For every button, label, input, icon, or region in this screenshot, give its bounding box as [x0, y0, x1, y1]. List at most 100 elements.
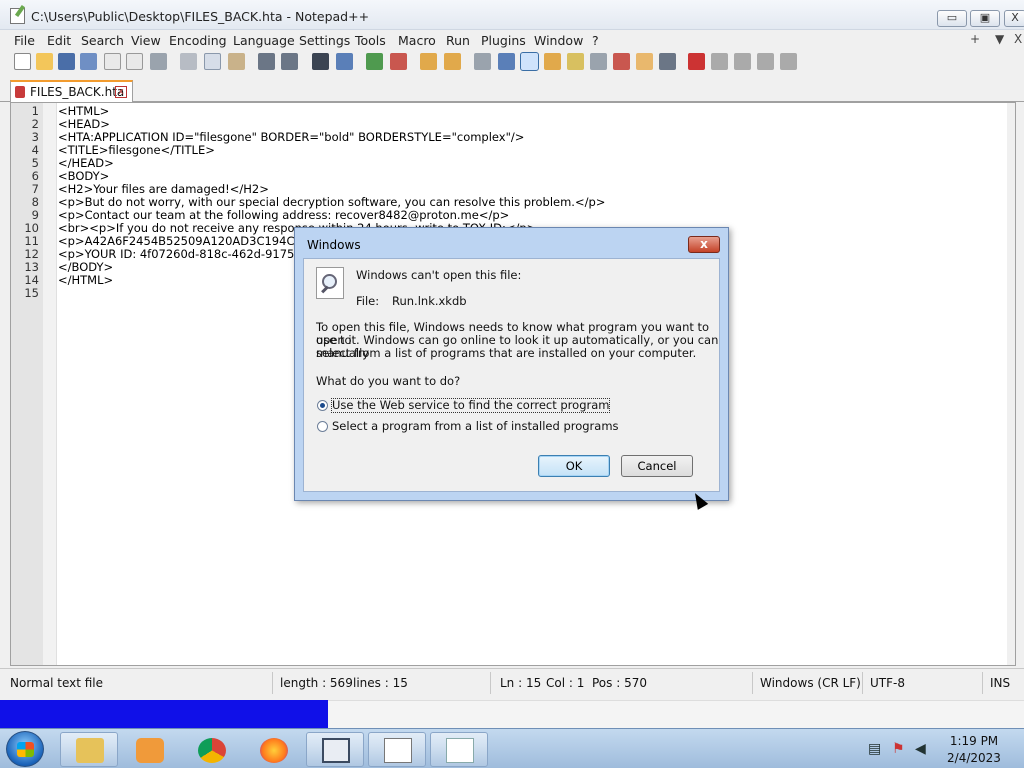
close-tab-x-icon[interactable]: X	[1014, 32, 1022, 46]
ok-button[interactable]: OK	[538, 455, 610, 477]
volume-icon[interactable]: ◀	[915, 741, 926, 757]
word-wrap-icon[interactable]	[474, 53, 491, 70]
file-name: Run.lnk.xkdb	[392, 294, 467, 308]
show-all-characters-icon[interactable]	[498, 53, 515, 70]
sync-horizontal-icon[interactable]	[444, 53, 461, 70]
taskbar-media-player[interactable]	[120, 732, 178, 767]
redo-icon[interactable]	[281, 53, 298, 70]
record-macro-icon[interactable]	[688, 53, 705, 70]
menu-encoding[interactable]: Encoding	[169, 33, 227, 48]
cancel-button[interactable]: Cancel	[621, 455, 693, 477]
minimize-button[interactable]: ▭	[937, 10, 967, 27]
open-file-icon[interactable]	[36, 53, 53, 70]
new-tab-plus-icon[interactable]: +	[970, 32, 980, 46]
new-file-icon[interactable]	[14, 53, 31, 70]
stop-recording-icon[interactable]	[711, 53, 728, 70]
cut-icon[interactable]	[180, 53, 197, 70]
action-center-flag-icon[interactable]: ⚑	[892, 741, 905, 757]
folder-icon[interactable]	[636, 53, 653, 70]
status-eol: Windows (CR LF)	[760, 676, 861, 690]
radio-web-service-label[interactable]: Use the Web service to find the correct …	[330, 398, 611, 413]
dialog-close-button[interactable]: x	[688, 236, 720, 253]
status-divider	[862, 672, 863, 694]
menu-edit[interactable]: Edit	[47, 33, 71, 48]
tab-list-down-icon[interactable]: ▼	[995, 32, 1004, 46]
playback-macro-icon[interactable]	[734, 53, 751, 70]
taskbar-window-app[interactable]	[306, 732, 364, 767]
replace-icon[interactable]	[336, 53, 353, 70]
menu-language[interactable]: Language	[233, 33, 295, 48]
save-all-icon[interactable]	[80, 53, 97, 70]
status-col: Col : 1	[546, 676, 585, 690]
notepadpp-app-icon	[10, 8, 25, 24]
zoom-in-icon[interactable]	[366, 53, 383, 70]
start-button[interactable]	[6, 731, 44, 767]
status-encoding: UTF-8	[870, 676, 905, 690]
menu-search[interactable]: Search	[81, 33, 124, 48]
network-icon[interactable]: ▤	[868, 741, 881, 757]
dialog-title: Windows	[307, 238, 361, 252]
dialog-heading: Windows can't open this file:	[356, 268, 522, 282]
indent-guide-icon[interactable]	[520, 52, 539, 71]
taskbar-document[interactable]	[430, 732, 488, 767]
taskbar-explorer[interactable]	[60, 732, 118, 767]
status-divider	[490, 672, 491, 694]
print-icon[interactable]	[150, 53, 167, 70]
taskbar-chrome[interactable]	[182, 732, 240, 767]
undo-icon[interactable]	[258, 53, 275, 70]
close-icon[interactable]	[104, 53, 121, 70]
dialog-body: Windows can't open this file: File: Run.…	[303, 258, 720, 492]
save-macro-icon[interactable]	[780, 53, 797, 70]
run-macro-multiple-icon[interactable]	[757, 53, 774, 70]
status-divider	[272, 672, 273, 694]
zoom-out-icon[interactable]	[390, 53, 407, 70]
dialog-question: What do you want to do?	[316, 374, 461, 388]
menu-settings[interactable]: Settings	[299, 33, 350, 48]
radio-select-program-label[interactable]: Select a program from a list of installe…	[332, 420, 619, 433]
taskbar-firefox[interactable]	[244, 732, 302, 767]
menu-plugins[interactable]: Plugins	[481, 33, 526, 48]
monitoring-eye-icon[interactable]	[659, 53, 676, 70]
udl-icon[interactable]	[544, 53, 561, 70]
menu-tools[interactable]: Tools	[355, 33, 386, 48]
maximize-button[interactable]: ▣	[970, 10, 1000, 27]
menu-run[interactable]: Run	[446, 33, 470, 48]
radio-web-service[interactable]	[317, 400, 328, 411]
status-ln: Ln : 15	[500, 676, 542, 690]
tab-close-icon[interactable]: x	[115, 86, 127, 98]
status-pos: Pos : 570	[592, 676, 647, 690]
tab-files-back-hta[interactable]: FILES_BACK.hta x	[10, 80, 133, 102]
folder-as-workspace-icon[interactable]	[613, 53, 630, 70]
paste-icon[interactable]	[228, 53, 245, 70]
notepad-plus-plus-icon	[384, 738, 412, 763]
clock[interactable]: 1:19 PM 2/4/2023	[936, 733, 1012, 767]
find-icon[interactable]	[312, 53, 329, 70]
status-filetype: Normal text file	[10, 676, 104, 690]
clock-time: 1:19 PM	[949, 734, 999, 748]
vertical-scrollbar[interactable]	[1007, 103, 1015, 665]
media-player-icon	[136, 738, 164, 763]
tab-label: FILES_BACK.hta	[30, 85, 125, 99]
menu-view[interactable]: View	[131, 33, 161, 48]
doc-map-icon[interactable]	[567, 53, 584, 70]
code-line: </HTML>	[58, 273, 114, 287]
function-list-icon[interactable]	[590, 53, 607, 70]
taskbar: ▤ ⚑ ◀ 1:19 PM 2/4/2023	[0, 728, 1024, 768]
copy-icon[interactable]	[204, 53, 221, 70]
taskbar-notepad-plus-plus[interactable]	[368, 732, 426, 767]
sync-vertical-icon[interactable]	[420, 53, 437, 70]
save-icon[interactable]	[58, 53, 75, 70]
close-all-icon[interactable]	[126, 53, 143, 70]
radio-select-program[interactable]	[317, 421, 328, 432]
close-button[interactable]: X	[1004, 10, 1024, 27]
menu-help[interactable]: ?	[592, 33, 599, 48]
fold-margin	[43, 103, 57, 665]
unknown-file-search-icon	[316, 267, 344, 299]
background-blue-strip	[0, 700, 328, 728]
status-divider	[982, 672, 983, 694]
menu-file[interactable]: File	[14, 33, 35, 48]
menu-window[interactable]: Window	[534, 33, 583, 48]
status-insert-mode: INS	[990, 676, 1011, 690]
line-number: 15	[24, 286, 39, 300]
menu-macro[interactable]: Macro	[398, 33, 436, 48]
